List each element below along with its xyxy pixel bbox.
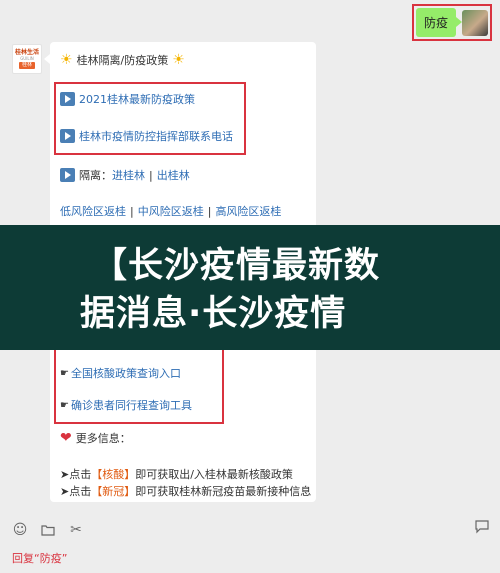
message-toolbar: ☺ ✂ — [0, 514, 500, 546]
bullet-text: 即可获取出/入桂林最新核酸政策 — [135, 468, 293, 481]
separator: | — [130, 204, 134, 218]
separator: | — [207, 204, 212, 218]
outgoing-message: 防疫 — [411, 4, 492, 41]
policy-link-row[interactable]: 2021桂林最新防疫政策 — [60, 91, 195, 107]
low-risk-link[interactable]: 低风险区返桂 — [60, 203, 126, 219]
play-icon — [60, 168, 75, 182]
pointing-hand-icon: ☛ — [60, 399, 69, 411]
bullet-text: 即可获取桂林新冠疫苗最新接种信息 — [135, 485, 312, 498]
message-title: 桂林隔离/防疫政策 — [76, 54, 169, 67]
more-info-label: 更多信息： — [75, 432, 131, 445]
contact-link-row[interactable]: 桂林市疫情防控指挥部联系电话 — [60, 128, 233, 144]
bot-avatar[interactable]: 桂林生活 GUILIN 桂林 — [12, 44, 42, 74]
high-risk-link[interactable]: 高风险区返桂 — [215, 203, 281, 219]
policy-link[interactable]: 2021桂林最新防疫政策 — [79, 91, 195, 107]
bot-tag: 桂林 — [18, 62, 35, 69]
bullet-prefix: ➤点击 — [60, 468, 92, 481]
nucleic-link[interactable]: 全国核酸政策查询入口 — [71, 365, 181, 381]
banner-line-2: 据消息·长沙疫情 — [80, 294, 347, 334]
risk-row: 低风险区返桂 | 中风险区返桂 | 高风险区返桂 — [60, 203, 281, 219]
bot-sub: GUILIN — [20, 56, 34, 61]
trip-link[interactable]: 确诊患者同行程查询工具 — [71, 397, 192, 413]
contact-link[interactable]: 桂林市疫情防控指挥部联系电话 — [79, 128, 233, 144]
scissors-icon[interactable]: ✂ — [68, 522, 84, 538]
covid-keyword[interactable]: 【新冠】 — [91, 483, 135, 499]
isolation-row: 隔离： 进桂林 | 出桂林 — [60, 167, 190, 183]
leave-guilin-link[interactable]: 出桂林 — [157, 167, 190, 183]
mid-risk-link[interactable]: 中风险区返桂 — [138, 203, 204, 219]
nucleic-keyword[interactable]: 【核酸】 — [91, 466, 135, 482]
bot-brand: 桂林生活 — [14, 49, 39, 56]
banner-line-1: 【长沙疫情最新数 — [92, 246, 381, 286]
sun-icon: ☀ — [172, 52, 185, 68]
smiley-icon[interactable]: ☺ — [12, 522, 28, 538]
trip-link-row[interactable]: ☛ 确诊患者同行程查询工具 — [60, 397, 192, 413]
heart-icon: ❤ — [60, 430, 72, 446]
isolation-label: 隔离： — [79, 169, 112, 182]
enter-guilin-link[interactable]: 进桂林 — [112, 167, 145, 183]
user-avatar[interactable] — [462, 9, 488, 36]
more-info-row: ❤ 更多信息： — [60, 430, 131, 446]
separator: | — [149, 168, 153, 182]
folder-icon[interactable] — [40, 522, 56, 538]
bullet-row: ➤点击 【新冠】 即可获取桂林新冠疫苗最新接种信息 — [60, 483, 311, 499]
message-title-row: ☀ 桂林隔离/防疫政策 ☀ — [60, 52, 185, 68]
bullet-prefix: ➤点击 — [60, 485, 92, 498]
pointing-hand-icon: ☛ — [60, 367, 69, 379]
sun-icon: ☀ — [60, 52, 73, 68]
bullet-row: ➤点击 【核酸】 即可获取出/入桂林最新核酸政策 — [60, 466, 293, 482]
headline-banner: 【长沙疫情最新数 据消息·长沙疫情 — [0, 225, 500, 350]
reply-hint: 回复“防疫” — [12, 552, 68, 565]
chat-bubble-icon[interactable] — [474, 520, 490, 538]
outgoing-bubble[interactable]: 防疫 — [415, 8, 463, 37]
play-icon — [60, 92, 75, 106]
play-icon — [60, 129, 75, 143]
nucleic-link-row[interactable]: ☛ 全国核酸政策查询入口 — [60, 365, 181, 381]
